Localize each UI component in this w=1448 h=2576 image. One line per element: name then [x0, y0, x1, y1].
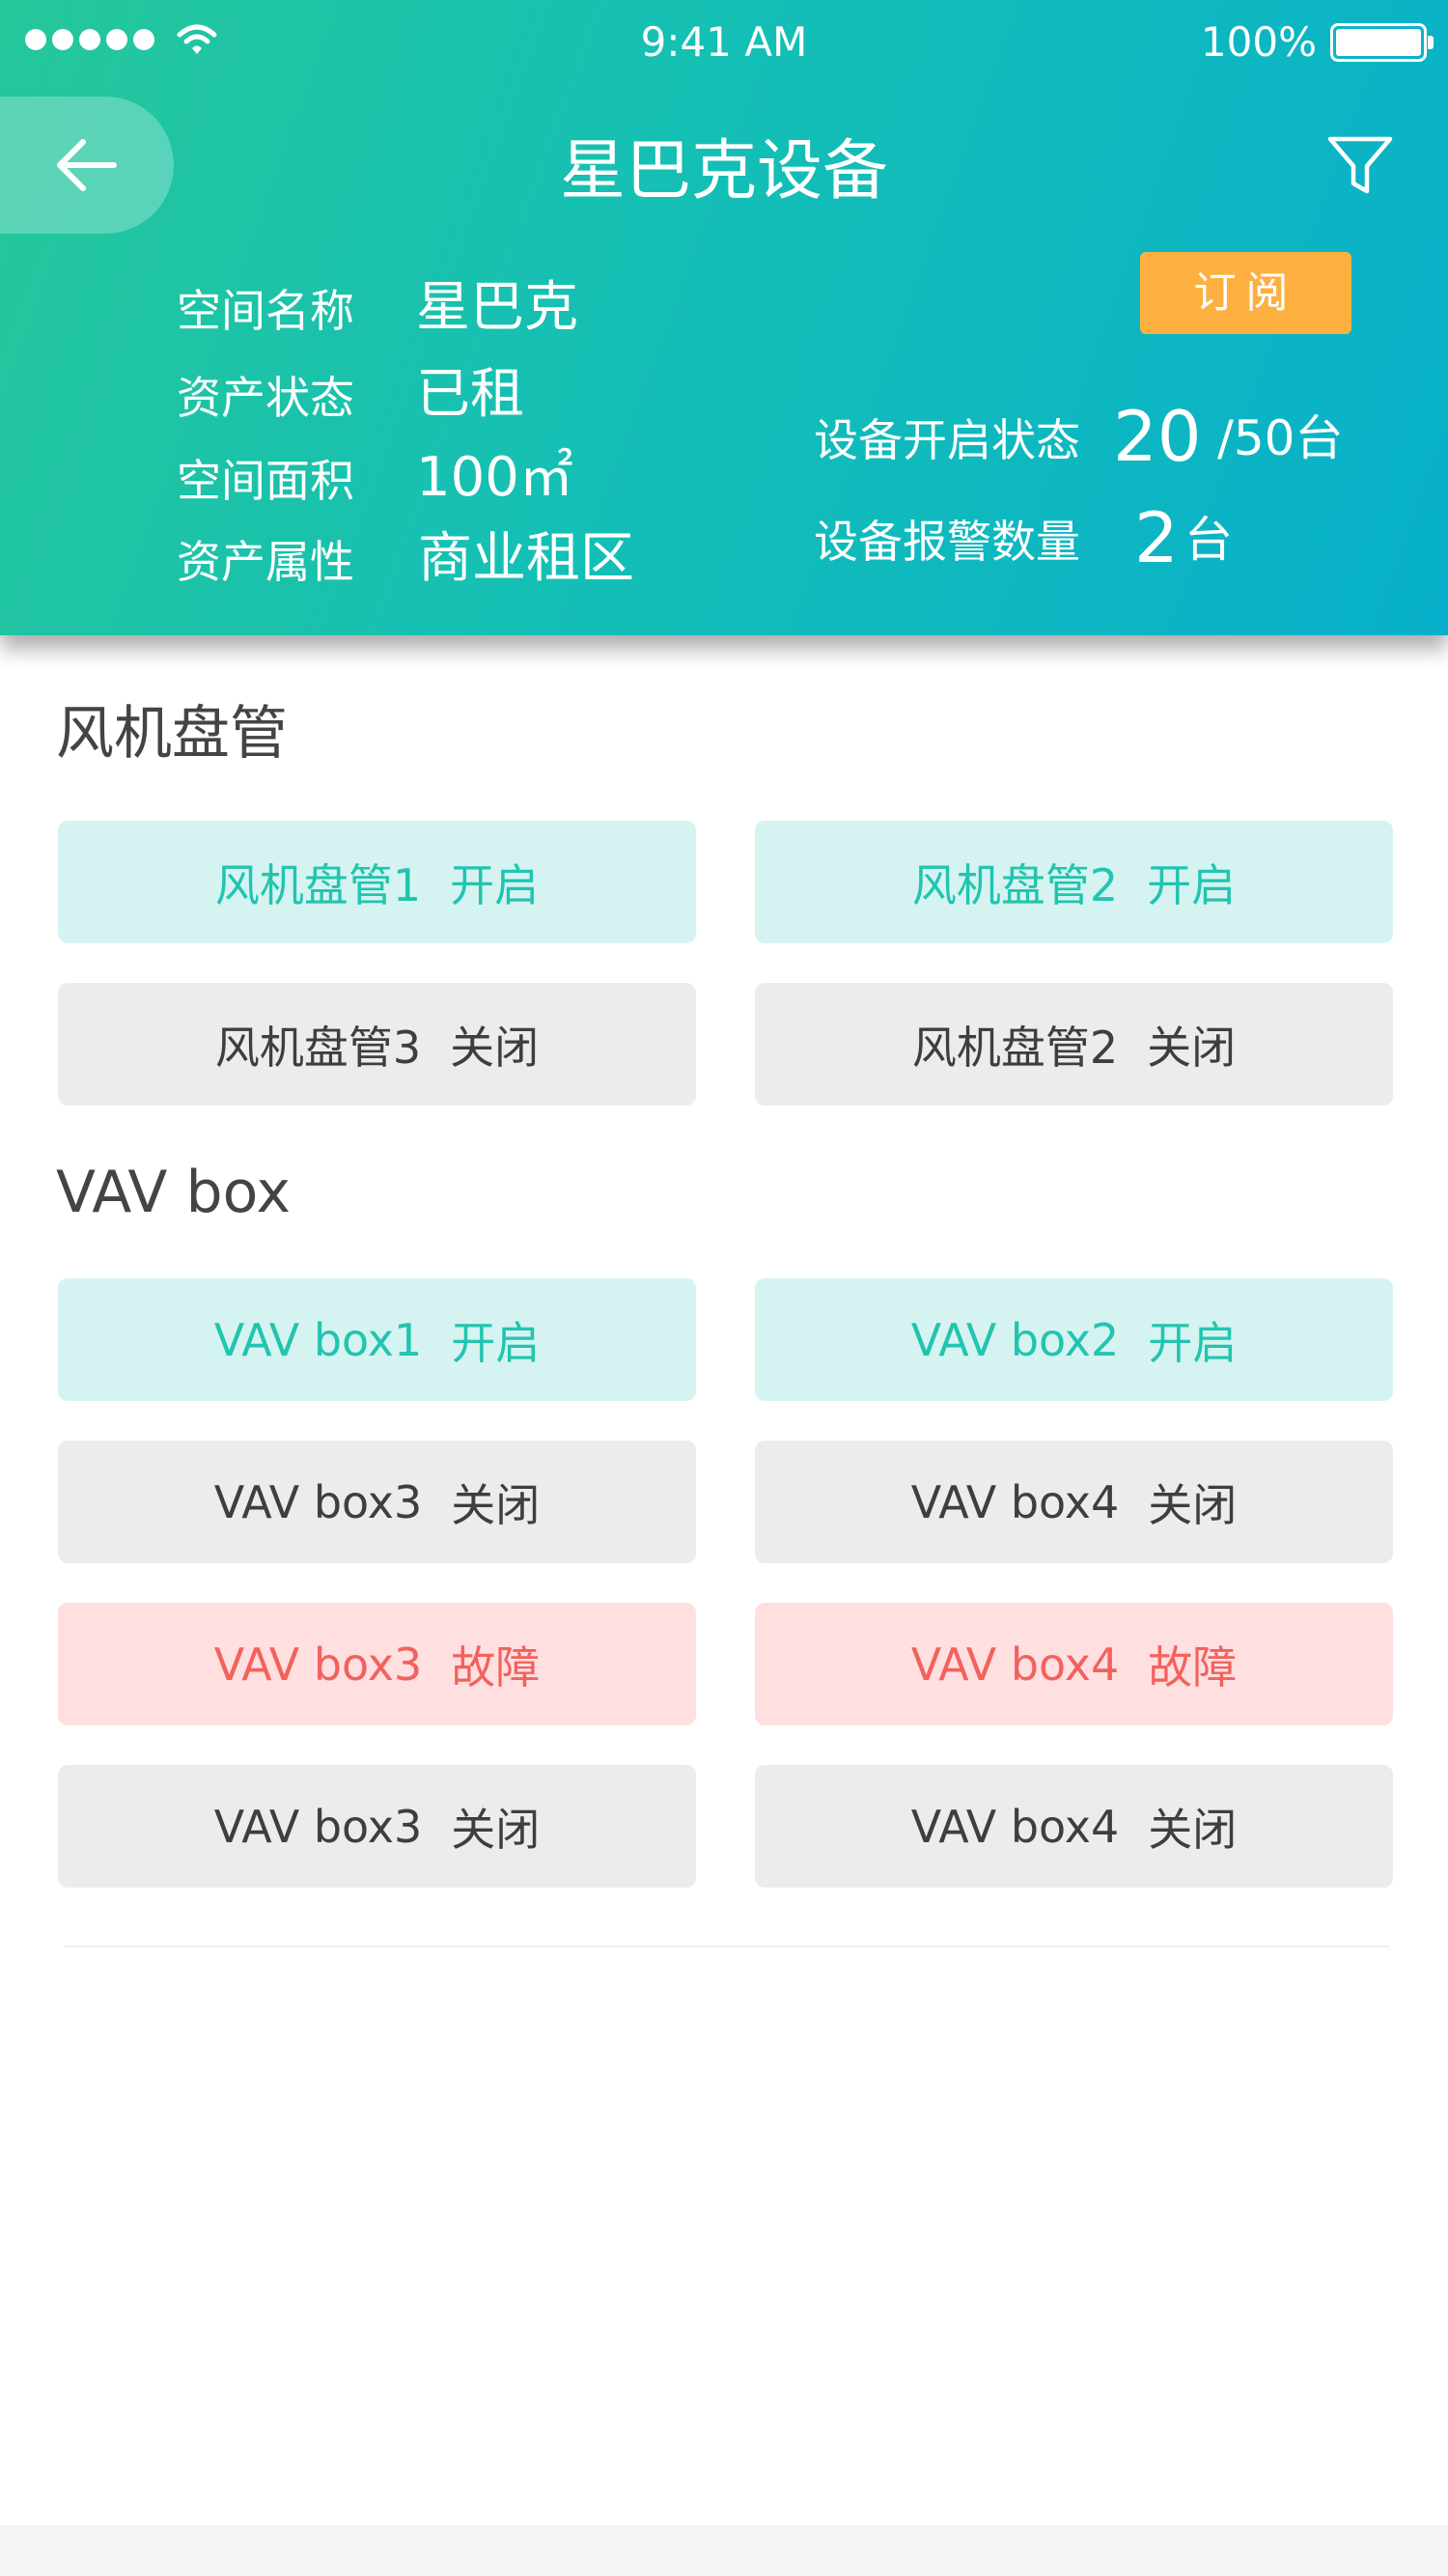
stat-unit: /50台 [1217, 410, 1344, 466]
device-name: 风机盘管2 [911, 858, 1119, 911]
device-tile[interactable]: VAV box3 关闭 [58, 1441, 696, 1563]
filter-icon[interactable] [1326, 133, 1394, 197]
device-status: 关闭 [450, 1021, 540, 1074]
page-title: 星巴克设备 [559, 133, 888, 210]
device-name: VAV box3 [213, 1475, 423, 1528]
device-status: 开启 [450, 858, 540, 911]
info-label: 空间名称 [177, 285, 354, 337]
device-tile[interactable]: VAV box3 故障 [58, 1603, 696, 1725]
device-name: VAV box4 [910, 1800, 1120, 1853]
stat-label: 设备开启状态 [814, 414, 1080, 466]
device-status: 开启 [1147, 858, 1237, 911]
device-status: 故障 [451, 1640, 541, 1694]
header: 9:41 AM 100% 星巴克设备 订阅 空间名称 星巴克 资产状态 已租 空… [0, 0, 1448, 635]
device-name: VAV box4 [910, 1475, 1120, 1528]
device-name: VAV box1 [213, 1313, 423, 1366]
device-tile[interactable]: 风机盘管2 开启 [755, 821, 1393, 943]
device-tile[interactable]: VAV box3 关闭 [58, 1765, 696, 1888]
device-tile[interactable]: 风机盘管2 关闭 [755, 983, 1393, 1106]
info-label: 资产属性 [177, 536, 354, 588]
device-tile[interactable]: VAV box2 开启 [755, 1278, 1393, 1401]
section-title-vav-box: VAV box [56, 1159, 291, 1226]
info-value: 已租 [416, 363, 524, 426]
device-tile[interactable]: VAV box4 关闭 [755, 1765, 1393, 1888]
device-status: 故障 [1148, 1640, 1238, 1694]
stat-unit: 台 [1184, 512, 1233, 568]
stat-label: 设备报警数量 [814, 516, 1080, 568]
info-label: 空间面积 [177, 455, 354, 507]
info-label: 资产状态 [177, 372, 354, 424]
footer-bar [0, 2525, 1448, 2576]
device-name: VAV box3 [213, 1800, 423, 1853]
device-name: 风机盘管3 [214, 1021, 422, 1074]
device-name: 风机盘管1 [214, 858, 422, 911]
device-name: 风机盘管2 [911, 1021, 1119, 1074]
info-value: 星巴克 [416, 276, 578, 339]
device-status: 关闭 [1148, 1478, 1238, 1531]
device-status: 关闭 [1148, 1803, 1238, 1856]
status-bar: 9:41 AM 100% [0, 0, 1448, 85]
section-title-fan-coil: 风机盘管 [56, 700, 288, 768]
battery-percent: 100% [1200, 18, 1317, 66]
device-name: VAV box4 [910, 1638, 1120, 1691]
subscribe-button[interactable]: 订阅 [1140, 252, 1351, 334]
info-value: 100㎡ [416, 446, 573, 509]
info-value: 商业租区 [418, 527, 634, 590]
device-tile[interactable]: 风机盘管1 开启 [58, 821, 696, 943]
device-status: 关闭 [1147, 1021, 1237, 1074]
device-status: 关闭 [451, 1478, 541, 1531]
device-tile[interactable]: VAV box1 开启 [58, 1278, 696, 1401]
stat-value: 20 [1113, 396, 1202, 477]
device-status: 关闭 [451, 1803, 541, 1856]
device-tile[interactable]: VAV box4 关闭 [755, 1441, 1393, 1563]
device-status: 开启 [1148, 1316, 1238, 1369]
battery-icon [1330, 23, 1434, 62]
device-tile[interactable]: 风机盘管3 关闭 [58, 983, 696, 1106]
device-tile[interactable]: VAV box4 故障 [755, 1603, 1393, 1725]
stat-value: 2 [1134, 497, 1179, 578]
device-name: VAV box2 [910, 1313, 1120, 1366]
device-name: VAV box3 [213, 1638, 423, 1691]
device-status: 开启 [451, 1316, 541, 1369]
list-divider [64, 1946, 1390, 1947]
